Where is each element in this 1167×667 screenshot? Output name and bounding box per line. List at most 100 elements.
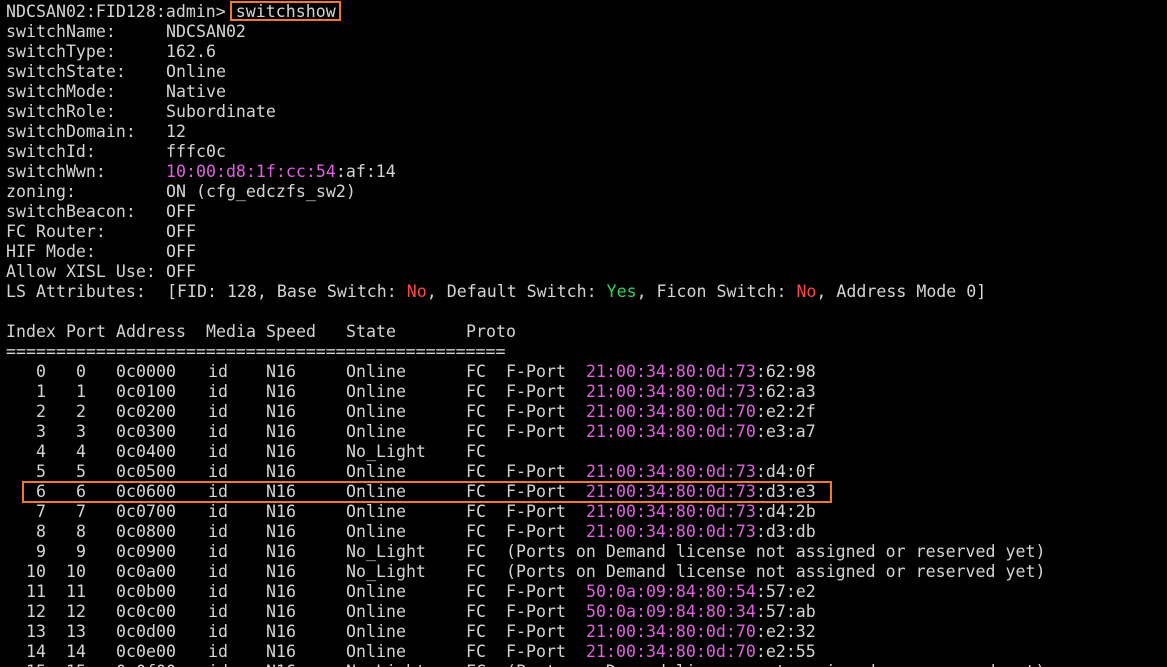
cell-address: 0c0900	[116, 542, 176, 561]
wwn-highlight: 21:00:34:80:0d:70	[586, 402, 756, 421]
cell-port-type: (Ports on Demand license not assigned or…	[506, 542, 1046, 561]
cell-address: 0c0300	[116, 422, 176, 441]
value-text: OFF	[166, 202, 196, 221]
cell-address: 0c0d00	[116, 622, 176, 641]
cell-media: id	[208, 382, 228, 401]
cell-address: 0c0500	[116, 462, 176, 481]
value-text: Native	[166, 82, 226, 101]
info-label: Allow XISL Use:	[6, 262, 156, 281]
header-speed: Speed	[266, 322, 316, 341]
info-label: FC Router:	[6, 222, 106, 241]
cell-port: 11	[66, 582, 86, 601]
cell-media: id	[208, 362, 228, 381]
wwn-highlight: 21:00:34:80:0d:73	[586, 382, 756, 401]
cell-index: 12	[26, 602, 46, 621]
cell-state: Online	[346, 422, 406, 441]
cell-port: 3	[76, 422, 86, 441]
cell-port-type: F-Port	[506, 622, 566, 641]
cell-media: id	[208, 402, 228, 421]
wwn-suffix: :57:e2	[755, 582, 816, 601]
cell-state: No_Light	[346, 442, 426, 461]
cell-port: 9	[76, 542, 86, 561]
header-address: Address	[116, 322, 186, 341]
cell-state: Online	[346, 522, 406, 541]
cell-address: 0c0b00	[116, 582, 176, 601]
header-index: Index	[6, 322, 56, 341]
cell-state: Online	[346, 622, 406, 641]
cell-speed: N16	[266, 462, 296, 481]
cell-port-type: F-Port	[506, 502, 566, 521]
cell-speed: N16	[266, 382, 296, 401]
cell-port-type: F-Port	[506, 642, 566, 661]
cell-port: 7	[76, 502, 86, 521]
wwn-suffix: :d4:0f	[755, 462, 816, 481]
cell-index: 9	[36, 542, 46, 561]
cell-address: 0c0a00	[116, 562, 176, 581]
cell-proto: FC	[466, 642, 486, 661]
wwn-highlight: 50:0a:09:84:80:54	[586, 582, 756, 601]
cell-media: id	[208, 642, 228, 661]
cell-proto: FC	[466, 402, 486, 421]
cell-address: 0c0700	[116, 502, 176, 521]
cell-state: Online	[346, 642, 406, 661]
cell-port: 5	[76, 462, 86, 481]
wwn-highlight: 50:0a:09:84:80:34	[586, 602, 756, 621]
cell-port-type: F-Port	[506, 422, 566, 441]
info-value: 10:00:d8:1f:cc:54:af:14	[166, 162, 396, 182]
cell-wwn: 21:00:34:80:0d:73:d4:2b	[586, 502, 816, 522]
cell-state: Online	[346, 402, 406, 421]
info-label: switchDomain:	[6, 122, 136, 141]
cell-index: 2	[36, 402, 46, 421]
wwn-suffix: :d4:2b	[755, 502, 816, 521]
info-label: switchRole:	[6, 102, 116, 121]
wwn-highlight: 21:00:34:80:0d:70	[586, 422, 756, 441]
info-value: OFF	[166, 262, 196, 282]
cell-proto: FC	[466, 382, 486, 401]
info-label: switchType:	[6, 42, 116, 61]
cell-address: 0c0800	[116, 522, 176, 541]
cell-index: 3	[36, 422, 46, 441]
cell-port-type: F-Port	[506, 382, 566, 401]
default-switch-value: Yes	[606, 282, 637, 301]
wwn-suffix: :62:98	[755, 362, 816, 381]
cell-index: 10	[26, 562, 46, 581]
cell-port-type: F-Port	[506, 402, 566, 421]
wwn-suffix: :e2:55	[755, 642, 816, 661]
cell-speed: N16	[266, 442, 296, 461]
cell-speed: N16	[266, 662, 296, 667]
info-value: Online	[166, 62, 226, 82]
info-value: 12	[166, 122, 186, 142]
cell-wwn: 21:00:34:80:0d:70:e2:32	[586, 622, 816, 642]
cell-address: 0c0400	[116, 442, 176, 461]
info-label: zoning:	[6, 182, 76, 201]
cell-proto: FC	[466, 462, 486, 481]
cell-index: 13	[26, 622, 46, 641]
terminal-window[interactable]: NDCSAN02:FID128:admin> switchshow switch…	[0, 0, 1167, 667]
cell-index: 14	[26, 642, 46, 661]
cell-port-type: F-Port	[506, 582, 566, 601]
cell-address: 0c0f00	[116, 662, 176, 667]
cell-media: id	[208, 662, 228, 667]
cell-port-type: F-Port	[506, 462, 566, 481]
cell-port: 8	[76, 522, 86, 541]
cell-address: 0c0c00	[116, 602, 176, 621]
ls-attributes-label: LS Attributes:	[6, 282, 146, 301]
info-label: switchMode:	[6, 82, 116, 101]
cell-proto: FC	[466, 362, 486, 381]
cell-index: 15	[26, 662, 46, 667]
cell-wwn: 21:00:34:80:0d:70:e2:2f	[586, 402, 816, 422]
wwn-highlight: 21:00:34:80:0d:73	[586, 502, 756, 521]
cell-speed: N16	[266, 642, 296, 661]
cell-speed: N16	[266, 422, 296, 441]
cell-port: 4	[76, 442, 86, 461]
cell-wwn: 50:0a:09:84:80:34:57:ab	[586, 602, 816, 622]
value-text: 12	[166, 122, 186, 141]
cell-state: No_Light	[346, 542, 426, 561]
port-table-header: Index Port Address Media Speed State Pro…	[6, 322, 516, 342]
cell-state: Online	[346, 462, 406, 481]
cell-wwn: 21:00:34:80:0d:73:d4:0f	[586, 462, 816, 482]
header-proto: Proto	[466, 322, 516, 341]
cell-speed: N16	[266, 542, 296, 561]
cell-state: Online	[346, 602, 406, 621]
cell-port: 1	[76, 382, 86, 401]
